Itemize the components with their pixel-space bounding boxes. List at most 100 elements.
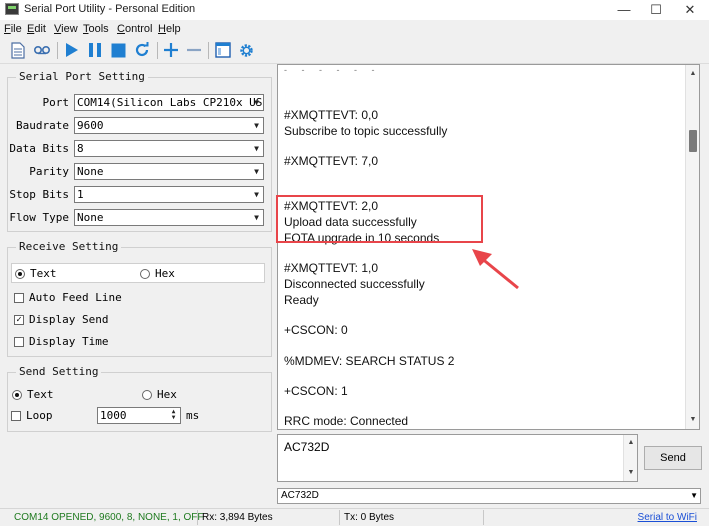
scroll-thumb[interactable] [689, 130, 697, 152]
receive-text-label: Text [30, 267, 57, 280]
send-hex-label: Hex [157, 388, 177, 401]
port-value: COM14(Silicon Labs CP210x USB [77, 96, 264, 109]
display-send-label: Display Send [29, 313, 109, 326]
auto-feed-line-checkbox[interactable]: Auto Feed Line [14, 291, 122, 304]
display-time-checkbox[interactable]: Display Time [14, 335, 108, 348]
scroll-down-icon[interactable]: ▼ [624, 466, 638, 480]
loop-interval-value: 1000 [100, 409, 127, 422]
display-send-checkbox[interactable]: ✓ Display Send [14, 313, 108, 326]
flow-type-label: Flow Type [9, 211, 69, 224]
window-icon[interactable] [213, 40, 233, 60]
refresh-icon[interactable] [132, 40, 152, 60]
menu-edit[interactable]: Edit [27, 23, 46, 35]
title-bar: Serial Port Utility - Personal Edition —… [0, 0, 709, 20]
play-icon[interactable] [62, 40, 82, 60]
receive-scrollbar[interactable]: ▲ ▼ [685, 65, 699, 429]
baudrate-value: 9600 [77, 119, 104, 132]
receive-hex-radio[interactable]: Hex [140, 267, 175, 280]
receive-line: Subscribe to topic successfully [284, 124, 448, 138]
receive-line: RRC mode: Connected [284, 414, 409, 428]
toolbar-separator [157, 42, 158, 59]
send-setting-title: Send Setting [16, 365, 102, 378]
menu-file[interactable]: File [4, 23, 22, 35]
radio-icon [142, 389, 152, 400]
minus-icon[interactable] [184, 40, 204, 60]
app-icon [5, 3, 19, 15]
send-history-value: AC732D [281, 490, 319, 501]
chevron-down-icon: ▼ [254, 190, 259, 199]
minimize-button[interactable]: — [607, 0, 641, 20]
baudrate-select[interactable]: 9600 ▼ [74, 117, 264, 134]
menu-help[interactable]: Help [158, 23, 181, 35]
stepper-arrows-icon[interactable]: ▲ ▼ [168, 409, 179, 422]
plus-icon[interactable] [161, 40, 181, 60]
send-text-radio[interactable]: Text [12, 388, 54, 401]
stop-bits-label: Stop Bits [9, 188, 69, 201]
send-hex-radio[interactable]: Hex [142, 388, 177, 401]
serial-port-setting-title: Serial Port Setting [16, 70, 148, 83]
parity-select[interactable]: None ▼ [74, 163, 264, 180]
send-input[interactable]: AC732D ▲ ▼ [277, 434, 638, 482]
toolbar-separator [208, 42, 209, 59]
send-button[interactable]: Send [644, 446, 702, 470]
stop-icon[interactable] [108, 40, 128, 60]
port-select[interactable]: COM14(Silicon Labs CP210x USB ▼ [74, 94, 264, 111]
link-icon[interactable] [32, 40, 52, 60]
menu-bar: File Edit View Tools Control Help [0, 20, 709, 38]
stop-bits-select[interactable]: 1 ▼ [74, 186, 264, 203]
send-text-label: Text [27, 388, 54, 401]
scroll-up-icon[interactable]: ▲ [624, 436, 638, 450]
annotation-arrow-icon [472, 249, 519, 290]
parity-value: None [77, 165, 104, 178]
receive-text-radio[interactable]: Text [15, 267, 57, 280]
loop-label: Loop [26, 409, 53, 422]
loop-unit-label: ms [186, 409, 200, 422]
serial-to-wifi-link[interactable]: Serial to WiFi [638, 510, 697, 525]
close-button[interactable]: ✕ [673, 0, 707, 20]
menu-tools[interactable]: Tools [83, 23, 109, 35]
flow-type-select[interactable]: None ▼ [74, 209, 264, 226]
radio-selected-icon [15, 268, 25, 279]
chevron-down-icon: ▼ [254, 121, 259, 130]
receive-line: #XMQTTEVT: 0,0 [284, 108, 379, 122]
toolbar [0, 38, 709, 64]
chevron-down-icon: ▼ [254, 213, 259, 222]
menu-control[interactable]: Control [117, 23, 152, 35]
scroll-up-icon[interactable]: ▲ [686, 67, 699, 81]
chevron-down-icon: ▼ [254, 98, 259, 107]
receive-line: #XMQTTEVT: 1,0 [284, 261, 379, 275]
scroll-down-icon[interactable]: ▼ [686, 413, 699, 427]
receive-line: #XMQTTEVT: 7,0 [284, 154, 379, 168]
flow-type-value: None [77, 211, 104, 224]
data-bits-select[interactable]: 8 ▼ [74, 140, 264, 157]
port-label: Port [42, 96, 70, 109]
baudrate-label: Baudrate [16, 119, 69, 132]
document-icon[interactable] [8, 40, 28, 60]
receive-line: Ready [284, 293, 319, 307]
loop-checkbox[interactable]: Loop [11, 409, 53, 422]
send-scrollbar[interactable]: ▲ ▼ [623, 435, 637, 481]
status-bar: COM14 OPENED, 9600, 8, NONE, 1, OFF Rx: … [0, 508, 709, 526]
data-bits-label: Data Bits [9, 142, 69, 155]
menu-view[interactable]: View [54, 23, 78, 35]
send-input-text: AC732D [284, 440, 330, 454]
pause-icon[interactable] [85, 40, 105, 60]
loop-interval-stepper[interactable]: 1000 ▲ ▼ [97, 407, 181, 424]
receive-hex-label: Hex [155, 267, 175, 280]
receive-line: +CSCON: 1 [284, 384, 348, 398]
checkbox-checked-icon: ✓ [14, 314, 24, 325]
tx-count: Tx: 0 Bytes [340, 510, 484, 525]
maximize-button[interactable]: ☐ [639, 0, 673, 20]
chevron-down-icon: ▼ [690, 491, 698, 500]
stop-bits-value: 1 [77, 188, 84, 201]
gear-icon[interactable] [236, 40, 256, 60]
send-history-select[interactable]: AC732D ▼ [277, 488, 701, 504]
window-title: Serial Port Utility - Personal Edition [24, 3, 196, 15]
rx-count: Rx: 3,894 Bytes [198, 510, 340, 525]
parity-label: Parity [29, 165, 69, 178]
port-status: COM14 OPENED, 9600, 8, NONE, 1, OFF [10, 510, 204, 525]
display-time-label: Display Time [29, 335, 109, 348]
radio-selected-icon [12, 389, 22, 400]
checkbox-icon [14, 336, 24, 347]
chevron-down-icon: ▼ [254, 144, 259, 153]
